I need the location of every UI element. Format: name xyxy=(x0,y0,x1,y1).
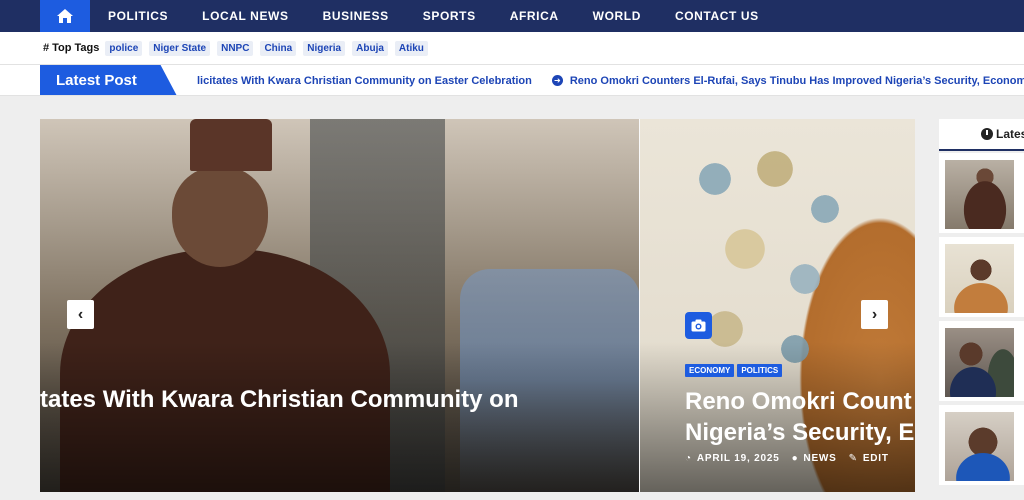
image-shade xyxy=(40,342,639,492)
nav-item-business[interactable]: BUSINESS xyxy=(306,9,406,23)
slide-2-title-line-2: Nigeria’s Security, E xyxy=(685,419,915,446)
post-date: ◔ APRIL 19, 2025 xyxy=(685,453,780,464)
post-date-text: APRIL 19, 2025 xyxy=(696,453,780,464)
ticker-item[interactable]: ➜ Reno Omokri Counters El-Rufai, Says Ti… xyxy=(551,74,1024,87)
post-author-text: NEWS xyxy=(803,453,837,464)
featured-slider: tates With Kwara Christian Community on … xyxy=(40,119,915,492)
chevron-left-icon: ‹ xyxy=(77,305,84,323)
sidebar-post-thumbnail[interactable] xyxy=(939,237,1024,317)
top-tags-bar: # Top Tags police Niger State NNPC China … xyxy=(0,32,1024,65)
slide-divider xyxy=(639,119,640,492)
category-badges: ECONOMY POLITICS xyxy=(685,364,785,377)
edit-link[interactable]: ✎ EDIT xyxy=(849,453,889,464)
top-tags-label: Top Tags xyxy=(52,42,100,54)
slider-prev-button[interactable]: ‹ xyxy=(67,300,94,329)
edit-link-text: EDIT xyxy=(862,453,889,464)
top-tags-title: # Top Tags xyxy=(43,42,99,54)
ticker-item[interactable]: licitates With Kwara Christian Community… xyxy=(197,75,532,87)
main-navigation: POLITICS LOCAL NEWS BUSINESS SPORTS AFRI… xyxy=(0,0,1024,32)
clock-icon xyxy=(981,128,993,140)
tab-latest-label: Lates xyxy=(996,127,1024,141)
tag-niger-state[interactable]: Niger State xyxy=(149,40,211,56)
category-politics[interactable]: POLITICS xyxy=(737,364,783,377)
post-meta: ◔ APRIL 19, 2025 ● NEWS ✎ EDIT xyxy=(685,453,901,464)
clock-icon: ◔ xyxy=(685,453,692,464)
sidebar-post-thumbnail[interactable] xyxy=(939,153,1024,233)
slider-next-button[interactable]: › xyxy=(861,300,888,329)
slide-image-1[interactable] xyxy=(40,119,639,492)
chevron-right-icon: › xyxy=(871,305,878,323)
home-button[interactable] xyxy=(40,0,90,32)
ticker-item-text: licitates With Kwara Christian Community… xyxy=(197,74,532,87)
tag-nnpc[interactable]: NNPC xyxy=(217,40,254,56)
person-face xyxy=(172,167,268,267)
slide-2-title[interactable]: Reno Omokri Count Nigeria’s Security, E xyxy=(685,386,915,448)
nav-item-local-news[interactable]: LOCAL NEWS xyxy=(185,9,305,23)
user-icon: ● xyxy=(791,453,799,464)
category-economy[interactable]: ECONOMY xyxy=(685,364,735,377)
sidebar-latest: Lates xyxy=(939,119,1024,500)
home-icon xyxy=(57,9,73,23)
hash-icon: # xyxy=(43,42,50,54)
tag-police[interactable]: police xyxy=(105,40,143,56)
person-hat xyxy=(190,119,272,171)
tag-abuja[interactable]: Abuja xyxy=(352,40,388,56)
tag-china[interactable]: China xyxy=(260,40,297,56)
nav-item-contact-us[interactable]: CONTACT US xyxy=(658,9,776,23)
thumbnail-image xyxy=(945,412,1014,481)
sidebar-post-thumbnail[interactable] xyxy=(939,321,1024,401)
thumbnail-image xyxy=(945,244,1014,313)
camera-icon xyxy=(685,312,712,339)
latest-post-label: Latest Post xyxy=(40,65,177,95)
tag-nigeria[interactable]: Nigeria xyxy=(303,40,346,56)
camera-glyph xyxy=(691,319,706,332)
nav-item-world[interactable]: WORLD xyxy=(576,9,658,23)
nav-item-politics[interactable]: POLITICS xyxy=(91,9,185,23)
nav-menu: POLITICS LOCAL NEWS BUSINESS SPORTS AFRI… xyxy=(91,0,776,32)
ticker-item-text: Reno Omokri Counters El-Rufai, Says Tinu… xyxy=(569,74,1024,87)
edit-icon: ✎ xyxy=(848,453,858,464)
sidebar-post-thumbnail[interactable] xyxy=(939,405,1024,485)
tab-latest[interactable]: Lates xyxy=(939,119,1024,151)
ticker-track: licitates With Kwara Christian Community… xyxy=(197,65,1024,95)
slide-2-title-line-1: Reno Omokri Count xyxy=(685,388,912,415)
thumbnail-image xyxy=(945,328,1014,397)
latest-post-ticker: Latest Post licitates With Kwara Christi… xyxy=(0,65,1024,96)
slide-1-title[interactable]: tates With Kwara Christian Community on xyxy=(40,386,519,414)
post-author[interactable]: ● NEWS xyxy=(792,453,837,464)
arrow-right-circle-icon: ➜ xyxy=(551,75,563,86)
nav-item-africa[interactable]: AFRICA xyxy=(493,9,576,23)
tag-atiku[interactable]: Atiku xyxy=(394,40,428,56)
thumbnail-image xyxy=(945,160,1014,229)
nav-item-sports[interactable]: SPORTS xyxy=(406,9,493,23)
